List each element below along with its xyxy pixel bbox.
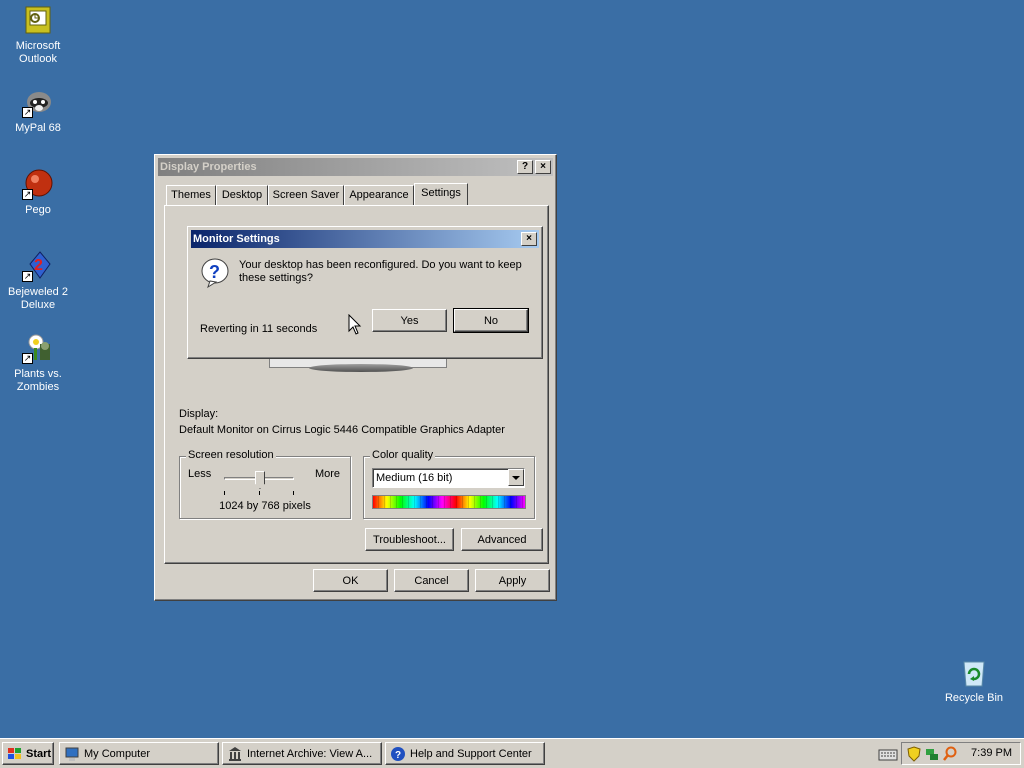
no-button[interactable]: No (453, 308, 529, 333)
shortcut-arrow-icon: ↗ (22, 353, 33, 364)
shortcut-arrow-icon: ↗ (22, 189, 33, 200)
bejeweled-icon: 2 ↗ (22, 250, 54, 282)
pego-icon: ↗ (22, 168, 54, 200)
yes-button[interactable]: Yes (372, 309, 447, 332)
color-spectrum-bar (372, 495, 526, 509)
apply-button[interactable]: Apply (475, 569, 550, 592)
slider-thumb[interactable] (255, 471, 265, 489)
color-quality-group: Color quality Medium (16 bit) (363, 449, 535, 519)
pvz-icon: ↗ (22, 332, 54, 364)
tab-appearance[interactable]: Appearance (344, 185, 414, 205)
svg-text:2: 2 (34, 257, 43, 274)
color-quality-legend: Color quality (370, 449, 436, 461)
desktop-icon-label: MyPal 68 (15, 122, 61, 134)
tab-settings[interactable]: Settings (414, 183, 468, 205)
display-label: Display: (179, 408, 219, 420)
display-value: Default Monitor on Cirrus Logic 5446 Com… (179, 424, 505, 436)
desktop-icon-label: Microsoft Outlook (15, 40, 61, 65)
resolution-slider[interactable] (224, 471, 294, 495)
monitor-settings-dialog: Monitor Settings × ? Your desktop has be… (187, 226, 543, 359)
desktop-icon-recycle-bin[interactable]: Recycle Bin (936, 656, 1012, 705)
taskbar-item-help-support[interactable]: ? Help and Support Center (385, 742, 545, 765)
dialog-message: Your desktop has been reconfigured. Do y… (239, 259, 522, 284)
slider-more-label: More (314, 468, 340, 480)
display-properties-window: Display Properties ? × Themes Desktop Sc… (154, 154, 557, 601)
network-icon[interactable] (924, 746, 940, 762)
windows-logo-icon (8, 747, 21, 759)
outlook-icon (22, 4, 54, 36)
screen-resolution-legend: Screen resolution (186, 449, 276, 461)
desktop-icon-label: Bejeweled 2 Deluxe (8, 286, 68, 311)
keyboard-icon[interactable] (878, 746, 898, 762)
start-label: Start (26, 747, 52, 760)
resolution-value: 1024 by 768 pixels (219, 500, 311, 512)
shortcut-arrow-icon: ↗ (22, 271, 33, 282)
troubleshoot-button[interactable]: Troubleshoot... (365, 528, 454, 551)
screen-resolution-group: Screen resolution Less More 1024 by 768 … (179, 449, 351, 519)
tab-themes[interactable]: Themes (166, 185, 216, 205)
taskbar-item-my-computer[interactable]: My Computer (59, 742, 219, 765)
help-button[interactable]: ? (517, 160, 533, 174)
display-properties-titlebar[interactable]: Display Properties ? × (158, 158, 553, 176)
color-quality-value: Medium (16 bit) (376, 472, 453, 484)
security-shield-icon[interactable] (906, 746, 922, 762)
close-button[interactable]: × (535, 160, 551, 174)
countdown-text: Reverting in 11 seconds (200, 323, 318, 335)
taskbar-item-internet-archive[interactable]: Internet Archive: View A... (222, 742, 382, 765)
svg-text:?: ? (209, 262, 220, 282)
window-title: Display Properties (160, 161, 257, 173)
desktop-icon-pvz[interactable]: ↗ Plants vs. Zombies (0, 332, 76, 394)
ok-button[interactable]: OK (313, 569, 388, 592)
start-button[interactable]: Start (2, 742, 54, 765)
desktop-icon-pego[interactable]: ↗ Pego (0, 168, 76, 217)
slider-less-label: Less (188, 468, 212, 480)
desktop-icon-label: Recycle Bin (944, 692, 1004, 704)
close-button[interactable]: × (521, 232, 537, 246)
monitor-settings-titlebar[interactable]: Monitor Settings × (191, 230, 539, 248)
clock[interactable]: 7:39 PM (971, 747, 1012, 759)
search-icon[interactable] (942, 746, 958, 762)
color-quality-select[interactable]: Medium (16 bit) (372, 468, 525, 488)
desktop-icon-label: Pego (25, 204, 51, 216)
dropdown-arrow-button[interactable] (508, 469, 524, 486)
system-tray: 7:39 PM (901, 742, 1021, 765)
taskbar: Start My Computer Internet Archive: View… (0, 738, 1024, 768)
desktop-icon-outlook[interactable]: Microsoft Outlook (0, 4, 76, 66)
computer-icon (65, 747, 79, 761)
cancel-button[interactable]: Cancel (394, 569, 469, 592)
tab-desktop[interactable]: Desktop (216, 185, 268, 205)
mypal-icon: ↗ (22, 86, 54, 118)
chevron-down-icon (512, 476, 520, 480)
desktop-icon-label: Plants vs. Zombies (14, 368, 62, 393)
question-icon: ? (200, 257, 230, 289)
shortcut-arrow-icon: ↗ (22, 107, 33, 118)
mouse-cursor-icon (348, 313, 362, 336)
archive-icon (229, 746, 241, 761)
svg-text:?: ? (395, 750, 401, 761)
dialog-title: Monitor Settings (193, 233, 280, 245)
desktop-icon-mypal[interactable]: ↗ MyPal 68 (0, 86, 76, 135)
help-icon: ? (391, 746, 405, 761)
desktop-icon-bejeweled[interactable]: 2 ↗ Bejeweled 2 Deluxe (0, 250, 76, 312)
recycle-bin-icon (958, 656, 990, 688)
advanced-button[interactable]: Advanced (461, 528, 543, 551)
tab-screen-saver[interactable]: Screen Saver (268, 185, 344, 205)
